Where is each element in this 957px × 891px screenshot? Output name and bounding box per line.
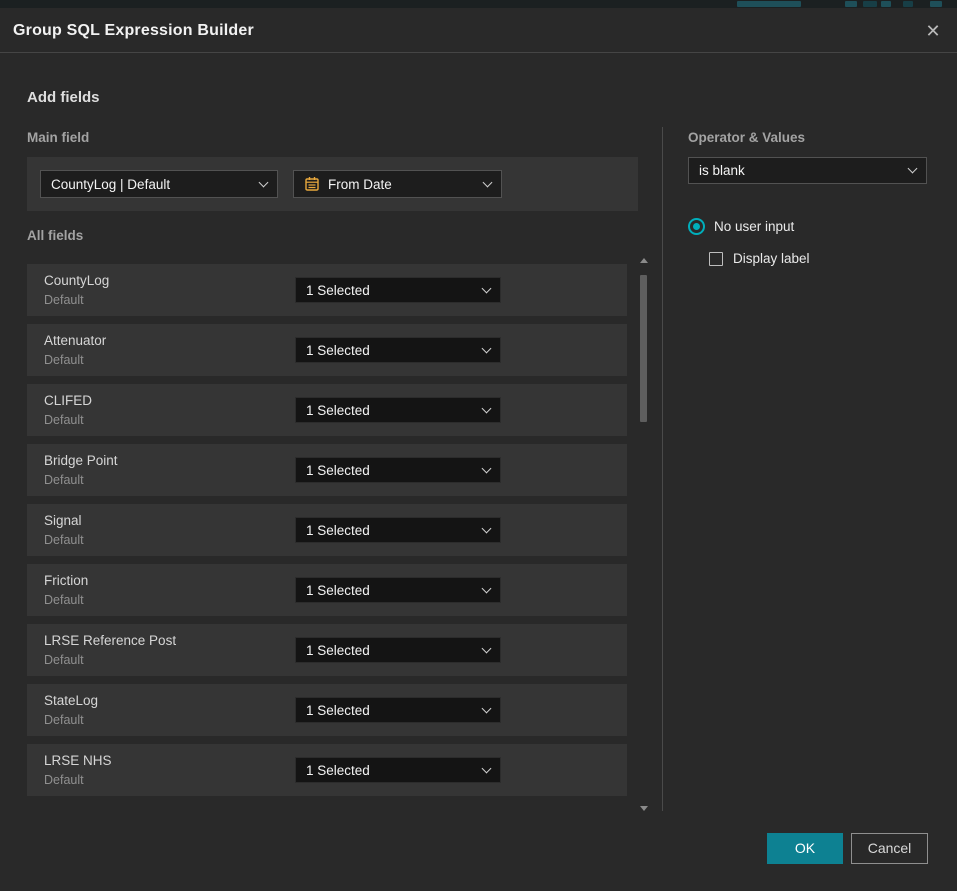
scrollbar-up-arrow-icon[interactable] — [640, 258, 648, 263]
chevron-down-icon — [482, 703, 492, 713]
field-subtitle: Default — [44, 293, 84, 307]
field-name: CountyLog — [44, 273, 109, 288]
chevron-down-icon — [908, 164, 918, 174]
background-app-fragment — [930, 1, 942, 7]
background-app-fragment — [903, 1, 913, 7]
field-name: Signal — [44, 513, 82, 528]
background-app-glimpse — [0, 0, 957, 8]
add-fields-heading: Add fields — [27, 89, 100, 106]
field-name: LRSE Reference Post — [44, 633, 176, 648]
main-field-field-dropdown[interactable]: From Date — [293, 170, 502, 198]
scrollbar-down-arrow-icon[interactable] — [640, 806, 648, 811]
field-row: CountyLog Default 1 Selected — [27, 264, 627, 316]
background-app-fragment — [845, 1, 857, 7]
field-subtitle: Default — [44, 533, 84, 547]
field-subtitle: Default — [44, 353, 84, 367]
chevron-down-icon — [482, 763, 492, 773]
selected-count-label: 1 Selected — [306, 643, 475, 658]
chevron-down-icon — [482, 283, 492, 293]
chevron-down-icon — [482, 583, 492, 593]
field-subtitle: Default — [44, 653, 84, 667]
field-dropdown-value: From Date — [328, 177, 476, 192]
selected-count-label: 1 Selected — [306, 283, 475, 298]
close-icon[interactable]: ✕ — [921, 19, 945, 43]
selected-count-label: 1 Selected — [306, 463, 475, 478]
main-field-layer-dropdown[interactable]: CountyLog | Default — [40, 170, 278, 198]
field-name: StateLog — [44, 693, 98, 708]
all-fields-scrollbar[interactable] — [639, 258, 649, 811]
field-selected-dropdown[interactable]: 1 Selected — [295, 757, 501, 783]
field-name: CLIFED — [44, 393, 92, 408]
field-row: CLIFED Default 1 Selected — [27, 384, 627, 436]
panel-divider — [662, 127, 663, 811]
field-selected-dropdown[interactable]: 1 Selected — [295, 457, 501, 483]
checkbox-unchecked-icon[interactable] — [709, 252, 723, 266]
background-app-fragment — [881, 1, 891, 7]
chevron-down-icon — [482, 403, 492, 413]
field-name: LRSE NHS — [44, 753, 112, 768]
field-selected-dropdown[interactable]: 1 Selected — [295, 517, 501, 543]
field-row: LRSE Reference Post Default 1 Selected — [27, 624, 627, 676]
field-selected-dropdown[interactable]: 1 Selected — [295, 697, 501, 723]
background-app-fragment — [863, 1, 877, 7]
field-row: Friction Default 1 Selected — [27, 564, 627, 616]
field-row: Signal Default 1 Selected — [27, 504, 627, 556]
all-fields-list: CountyLog Default 1 Selected Attenuator … — [27, 264, 627, 796]
field-row: Attenuator Default 1 Selected — [27, 324, 627, 376]
display-label-label: Display label — [733, 251, 810, 266]
field-selected-dropdown[interactable]: 1 Selected — [295, 277, 501, 303]
layer-dropdown-value: CountyLog | Default — [51, 177, 252, 192]
no-user-input-option[interactable]: No user input — [688, 218, 794, 235]
dialog-title: Group SQL Expression Builder — [13, 8, 254, 53]
selected-count-label: 1 Selected — [306, 343, 475, 358]
field-name: Bridge Point — [44, 453, 118, 468]
selected-count-label: 1 Selected — [306, 583, 475, 598]
selected-count-label: 1 Selected — [306, 403, 475, 418]
field-selected-dropdown[interactable]: 1 Selected — [295, 337, 501, 363]
calendar-icon — [304, 176, 320, 192]
main-field-label: Main field — [27, 130, 89, 145]
scrollbar-thumb[interactable] — [640, 275, 647, 422]
operator-dropdown-value: is blank — [699, 163, 901, 178]
main-field-panel: CountyLog | Default From Date — [27, 157, 638, 211]
field-selected-dropdown[interactable]: 1 Selected — [295, 397, 501, 423]
field-name: Attenuator — [44, 333, 106, 348]
chevron-down-icon — [259, 177, 269, 187]
operator-values-label: Operator & Values — [688, 130, 805, 145]
selected-count-label: 1 Selected — [306, 763, 475, 778]
chevron-down-icon — [483, 177, 493, 187]
chevron-down-icon — [482, 523, 492, 533]
dialog-titlebar: Group SQL Expression Builder ✕ — [0, 8, 957, 53]
operator-dropdown[interactable]: is blank — [688, 157, 927, 184]
field-name: Friction — [44, 573, 88, 588]
field-row: LRSE NHS Default 1 Selected — [27, 744, 627, 796]
chevron-down-icon — [482, 463, 492, 473]
selected-count-label: 1 Selected — [306, 703, 475, 718]
selected-count-label: 1 Selected — [306, 523, 475, 538]
background-app-fragment — [737, 1, 801, 7]
radio-selected-icon[interactable] — [688, 218, 705, 235]
group-sql-expression-builder-dialog: Group SQL Expression Builder ✕ Add field… — [0, 8, 957, 891]
chevron-down-icon — [482, 643, 492, 653]
field-subtitle: Default — [44, 473, 84, 487]
field-subtitle: Default — [44, 593, 84, 607]
field-subtitle: Default — [44, 713, 84, 727]
all-fields-label: All fields — [27, 228, 83, 243]
ok-button[interactable]: OK — [767, 833, 843, 864]
field-selected-dropdown[interactable]: 1 Selected — [295, 577, 501, 603]
display-label-option[interactable]: Display label — [709, 251, 810, 266]
cancel-button[interactable]: Cancel — [851, 833, 928, 864]
field-row: Bridge Point Default 1 Selected — [27, 444, 627, 496]
chevron-down-icon — [482, 343, 492, 353]
field-subtitle: Default — [44, 413, 84, 427]
no-user-input-label: No user input — [714, 219, 794, 234]
field-subtitle: Default — [44, 773, 84, 787]
field-selected-dropdown[interactable]: 1 Selected — [295, 637, 501, 663]
field-row: StateLog Default 1 Selected — [27, 684, 627, 736]
